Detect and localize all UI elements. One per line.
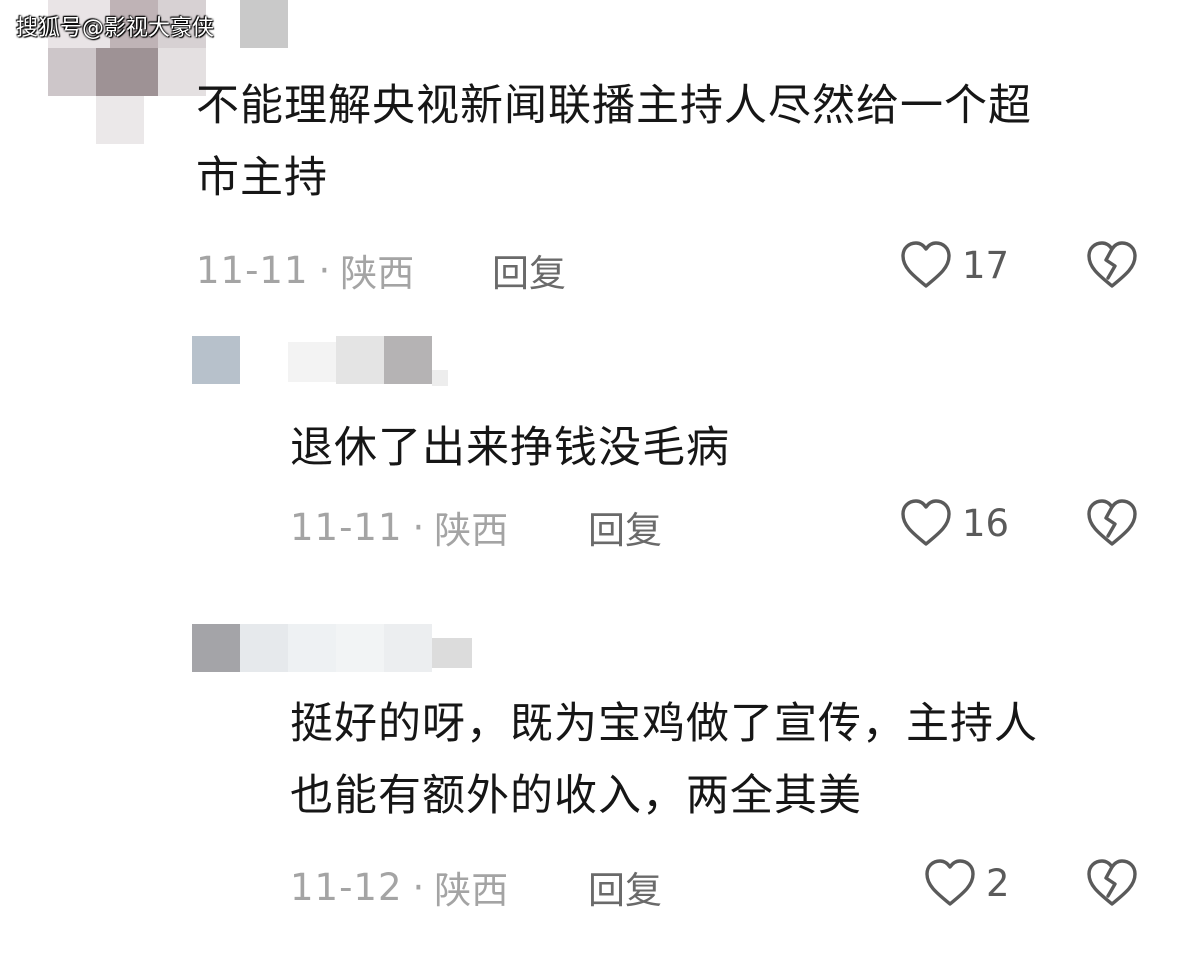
- like-button[interactable]: 16: [900, 498, 1009, 548]
- heart-outline-icon: [924, 858, 976, 908]
- broken-heart-icon: [1086, 240, 1138, 290]
- comment-meta: 11-11 · 陕西: [290, 500, 508, 554]
- comment-text: 挺好的呀，既为宝鸡做了宣传，主持人 也能有额外的收入，两全其美: [290, 688, 1038, 832]
- comment-line: 也能有额外的收入，两全其美: [290, 771, 862, 821]
- avatar[interactable]: [192, 336, 240, 384]
- heart-outline-icon: [900, 498, 952, 548]
- like-count: 17: [962, 243, 1010, 287]
- avatar[interactable]: [192, 624, 240, 672]
- broken-heart-icon: [1086, 498, 1138, 548]
- comment-text: 退休了出来挣钱没毛病: [290, 412, 730, 484]
- comment-meta: 11-11 · 陕西: [196, 243, 414, 297]
- like-count: 16: [962, 501, 1010, 545]
- like-button[interactable]: 2: [924, 858, 1010, 908]
- username-blurred[interactable]: [240, 0, 288, 48]
- comment-line: 不能理解央视新闻联播主持人尽然给一个超: [196, 81, 1032, 131]
- comment-date: 11-11: [196, 248, 309, 292]
- broken-heart-icon: [1086, 858, 1138, 908]
- comment-line: 退休了出来挣钱没毛病: [290, 423, 730, 473]
- comment-location: 陕西: [340, 252, 415, 295]
- username-blurred[interactable]: [240, 624, 480, 672]
- dislike-button[interactable]: [1086, 240, 1138, 290]
- watermark-label: 搜狐号@影视大豪侠: [16, 16, 215, 41]
- comment-text: 不能理解央视新闻联播主持人尽然给一个超 市主持: [196, 70, 1032, 214]
- comment-date: 11-12: [290, 865, 403, 909]
- comment-date: 11-11: [290, 505, 403, 549]
- meta-separator: ·: [412, 865, 425, 909]
- comment-line: 挺好的呀，既为宝鸡做了宣传，主持人: [290, 699, 1038, 749]
- heart-outline-icon: [900, 240, 952, 290]
- reply-button[interactable]: 回复: [588, 860, 662, 914]
- meta-separator: ·: [318, 248, 331, 292]
- like-button[interactable]: 17: [900, 240, 1009, 290]
- reply-button[interactable]: 回复: [492, 243, 566, 297]
- meta-separator: ·: [412, 505, 425, 549]
- dislike-button[interactable]: [1086, 498, 1138, 548]
- comment-line: 市主持: [196, 153, 328, 203]
- username-blurred[interactable]: [288, 336, 448, 392]
- comment-screen: 搜狐号@影视大豪侠 不能理解央视新闻联播主持人尽然给一个超 市主持 11-11 …: [0, 0, 1200, 962]
- comment-location: 陕西: [434, 869, 509, 912]
- comment-meta: 11-12 · 陕西: [290, 860, 508, 914]
- dislike-button[interactable]: [1086, 858, 1138, 908]
- like-count: 2: [986, 861, 1010, 905]
- comment-location: 陕西: [434, 509, 509, 552]
- reply-button[interactable]: 回复: [588, 500, 662, 554]
